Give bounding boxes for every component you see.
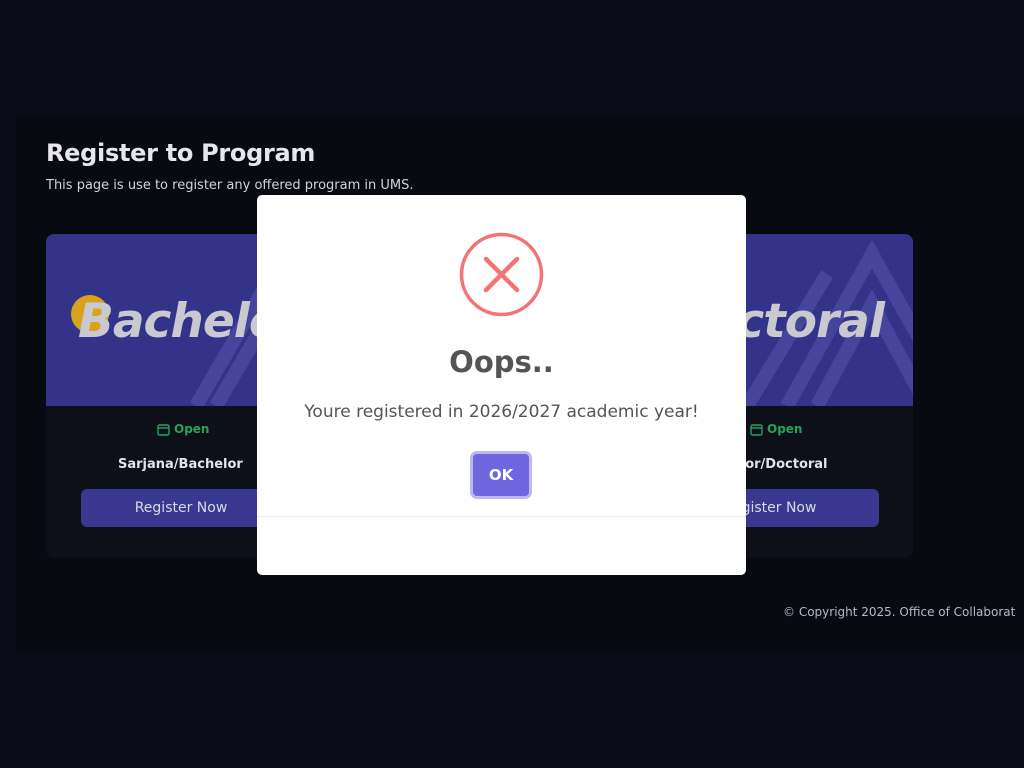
status-badge: Open	[750, 422, 802, 436]
status-badge: Open	[157, 422, 209, 436]
banner-title: Bachelo	[78, 294, 272, 349]
footer-copyright: © Copyright 2025. Office of Collaborat	[783, 605, 1016, 619]
program-card-bachelor: Bachelo Open Sarjana/Bachelor Register N…	[46, 234, 272, 558]
program-name: tor/Doctoral	[739, 457, 828, 472]
error-dialog: Oops.. Youre registered in 2026/2027 aca…	[257, 195, 746, 575]
status-label: Open	[767, 422, 803, 436]
status-label: Open	[174, 422, 210, 436]
page-title: Register to Program	[46, 139, 316, 167]
ok-button[interactable]: OK	[473, 454, 529, 496]
register-now-button[interactable]: Register Now	[81, 489, 272, 527]
dialog-divider	[257, 516, 746, 517]
banner-title: ctoral	[736, 294, 885, 349]
error-x-icon	[459, 232, 544, 317]
dialog-title: Oops..	[449, 345, 554, 379]
program-banner: Bachelo	[46, 234, 272, 406]
calendar-icon	[750, 423, 763, 436]
dialog-message: Youre registered in 2026/2027 academic y…	[304, 402, 699, 422]
program-name: Sarjana/Bachelor	[118, 457, 243, 472]
page-subtitle: This page is use to register any offered…	[46, 178, 414, 193]
calendar-icon	[157, 423, 170, 436]
